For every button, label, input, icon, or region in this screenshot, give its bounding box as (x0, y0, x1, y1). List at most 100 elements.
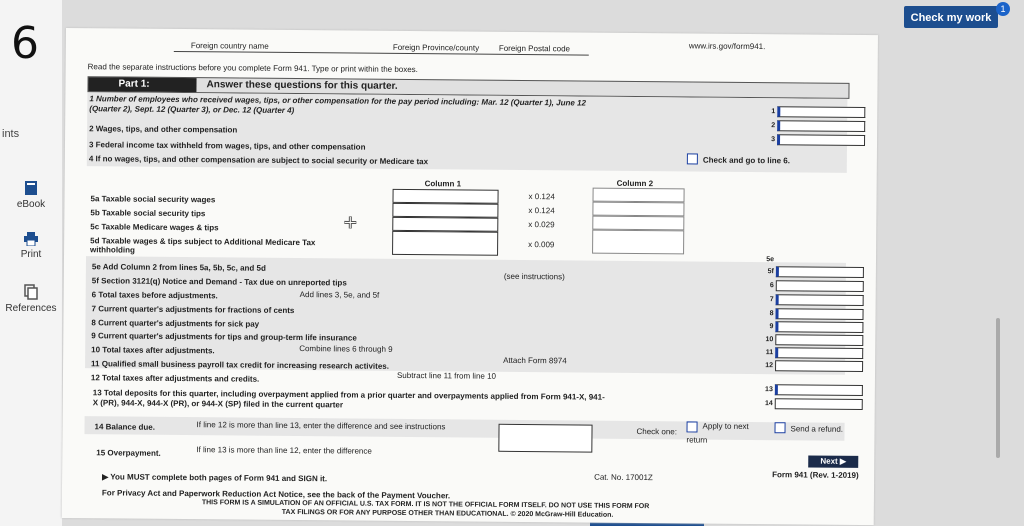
line15-note: If line 13 is more than line 12, enter t… (196, 445, 372, 456)
line11-input[interactable] (775, 347, 864, 359)
part1-title: Answer these questions for this quarter. (206, 79, 398, 92)
references-label: References (5, 303, 57, 314)
line6-box (775, 280, 864, 292)
column1-header: Column 1 (424, 179, 462, 189)
line1-label-cont: (Quarter 2), Sept. 12 (Quarter 3), or De… (89, 104, 295, 115)
line5c-col2-box (592, 215, 685, 231)
send-refund-label: Send a refund. (790, 424, 844, 434)
row-number: 2 (771, 122, 776, 130)
row-number: 14 (764, 400, 773, 408)
rate-5d: x 0.009 (528, 240, 555, 250)
line2-label: 2 Wages, tips, and other compensation (89, 124, 238, 135)
left-toolbar (0, 0, 62, 526)
must-complete-text: ▶ You MUST complete both pages of Form 9… (102, 472, 328, 484)
check-my-work-button[interactable]: Check my work (904, 6, 998, 28)
row-number: 8 (769, 310, 774, 318)
line7-label: 7 Current quarter's adjustments for frac… (91, 304, 295, 316)
line7-input[interactable] (775, 294, 864, 306)
row-number: 5e (766, 256, 775, 264)
line5b-col2-box (592, 201, 685, 217)
line6-note: Add lines 3, 5e, and 5f (299, 290, 380, 300)
check-one-label: Check one: (636, 426, 678, 437)
cat-no: Cat. No. 17001Z (594, 472, 653, 483)
line10-box (775, 334, 864, 346)
rate-5a: x 0.124 (528, 192, 555, 202)
row-number: 10 (765, 336, 774, 344)
row-number: 3 (771, 136, 776, 144)
line10-label: 10 Total taxes after adjustments. (91, 345, 215, 356)
next-page-button[interactable]: Next ▶ (808, 455, 859, 468)
row-number: 5f (767, 268, 774, 276)
references-button[interactable]: References (0, 284, 62, 314)
scrollbar[interactable] (996, 318, 1000, 458)
line5b-col1-input[interactable] (392, 202, 499, 218)
row-number: 11 (765, 349, 774, 357)
line5c-label: 5c Taxable Medicare wages & tips (90, 222, 219, 233)
lines-5e-12-shade (85, 256, 846, 375)
line1-input[interactable] (777, 106, 866, 118)
line5f-input[interactable] (775, 266, 864, 278)
line5a-col2-box (592, 187, 685, 203)
rate-5b: x 0.124 (528, 206, 555, 216)
line11-label: 11 Qualified small business payroll tax … (91, 359, 390, 371)
row-number: 6 (769, 282, 774, 290)
line12-note: Subtract line 11 from line 10 (396, 370, 497, 381)
row-number: 9 (769, 323, 774, 331)
line10-note: Combine lines 6 through 9 (299, 344, 393, 354)
print-button[interactable]: Print (0, 232, 62, 260)
line6-label: 6 Total taxes before adjustments. (91, 290, 218, 301)
ebook-button[interactable]: eBook (0, 180, 62, 210)
line3-input[interactable] (777, 134, 866, 146)
line14-box (774, 398, 863, 410)
foreign-country-label: Foreign country name (190, 41, 269, 51)
simulation-notice: THIS FORM IS A SIMULATION OF AN OFFICIAL… (201, 499, 650, 511)
next-label: Next (820, 456, 838, 466)
line5d-col2-box (592, 229, 685, 255)
row-number: 1 (771, 108, 776, 116)
foreign-province-label: Foreign Province/county (392, 42, 480, 53)
row-number: 7 (769, 296, 774, 304)
ebook-label: eBook (16, 199, 46, 210)
line5a-col1-input[interactable] (392, 188, 499, 204)
row-number: 13 (765, 386, 773, 394)
column2-header: Column 2 (616, 178, 654, 189)
foreign-postal-label: Foreign Postal code (498, 43, 571, 54)
check-count-badge: 1 (996, 2, 1010, 16)
apply-next-label: Apply to next (702, 421, 749, 431)
send-refund-checkbox[interactable] (774, 422, 786, 434)
must-complete-label: You MUST complete both pages of Form 941… (110, 472, 328, 484)
line2-input[interactable] (777, 120, 866, 132)
book-icon (25, 181, 37, 195)
line15-label: 15 Overpayment. (96, 448, 161, 458)
line15-overpayment-box (498, 423, 593, 453)
line8-input[interactable] (775, 308, 864, 320)
line5a-label: 5a Taxable social security wages (90, 194, 216, 205)
line11-note: Attach Form 8974 (503, 355, 567, 366)
irs-url: www.irs.gov/form941. (688, 41, 766, 52)
return-label: return (686, 435, 708, 445)
line5d-col1-input[interactable] (392, 230, 499, 256)
printer-icon (24, 232, 38, 246)
line4-checkbox[interactable] (686, 153, 698, 165)
line4-check-label: Check and go to line 6. (702, 155, 791, 166)
line12-label: 12 Total taxes after adjustments and cre… (90, 373, 260, 384)
print-label: Print (20, 249, 42, 260)
line13-input[interactable] (774, 384, 863, 396)
privacy-notice: For Privacy Act and Paperwork Reduction … (101, 488, 451, 501)
question-number: 6 (11, 18, 39, 69)
line9-input[interactable] (775, 321, 864, 333)
line8-label: 8 Current quarter's adjustments for sick… (91, 318, 260, 329)
row-number: 12 (765, 362, 774, 370)
apply-next-checkbox[interactable] (686, 421, 698, 433)
form-revision: Form 941 (Rev. 1-2019) (772, 470, 859, 480)
line5d-label-cont: withholding (90, 245, 135, 255)
see-instructions: (see instructions) (503, 271, 565, 282)
line14-label: 14 Balance due. (94, 422, 156, 432)
copy-icon (24, 284, 38, 300)
play-arrow-icon: ▶ (839, 456, 847, 466)
line5b-label: 5b Taxable social security tips (90, 208, 206, 219)
instructions-text: Read the separate instructions before yo… (87, 62, 418, 75)
line13-label-cont: X (PR), 944-X, 944-X (PR), or 944-X (SP)… (92, 398, 344, 410)
line5c-col1-input[interactable] (392, 216, 499, 232)
points-label: ints (2, 128, 20, 140)
